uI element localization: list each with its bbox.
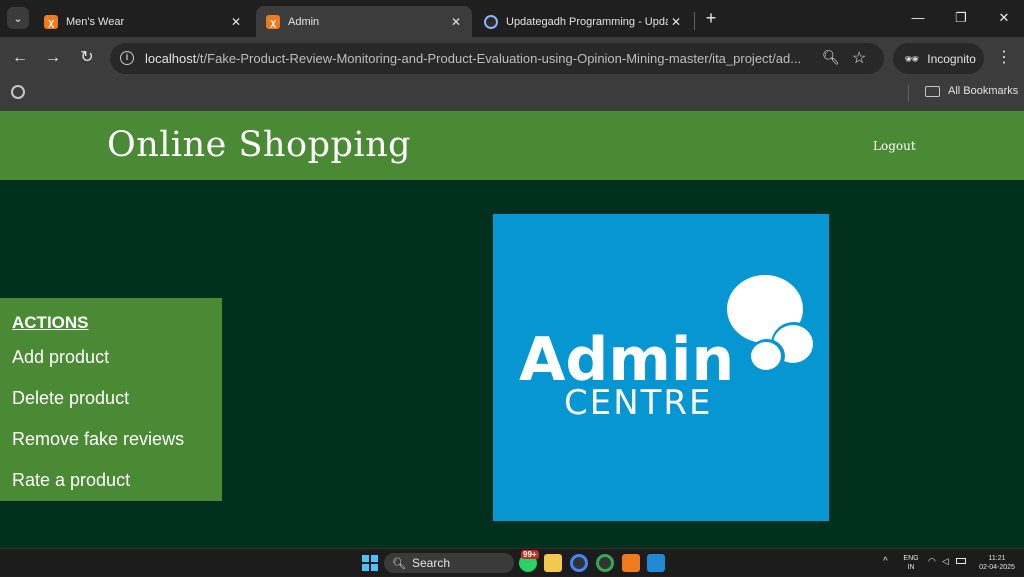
- taskbar-search[interactable]: 🔍︎ Search: [384, 553, 514, 573]
- admin-centre-logo-graphic: Admin CENTRE: [493, 214, 829, 521]
- tab-mens-wear[interactable]: ꭓ Men's Wear ✕: [34, 6, 252, 37]
- restore-icon: ❐: [955, 10, 967, 25]
- language-indicator[interactable]: ENG IN: [901, 554, 921, 572]
- close-icon: ✕: [998, 10, 1010, 25]
- chevron-up-icon[interactable]: ^: [883, 557, 888, 567]
- actions-heading: ACTIONS: [12, 313, 89, 332]
- chrome-profile-icon[interactable]: [596, 554, 614, 572]
- taskbar-search-label: Search: [411, 556, 450, 570]
- minimize-button[interactable]: —: [908, 8, 928, 28]
- battery-icon[interactable]: [956, 558, 966, 564]
- chrome-icon[interactable]: [570, 554, 588, 572]
- chevron-down-icon: ⌄: [13, 12, 23, 25]
- zoom-icon[interactable]: 🔍︎: [822, 49, 840, 66]
- incognito-button[interactable]: 🕶︎ Incognito: [893, 43, 984, 74]
- search-icon: 🔍︎: [392, 557, 406, 570]
- lang-line-2: IN: [907, 564, 915, 571]
- incognito-label: Incognito: [927, 51, 976, 66]
- logo-text-centre: CENTRE: [564, 383, 713, 423]
- address-bar[interactable]: i localhost/t/Fake-Product-Review-Monito…: [110, 43, 884, 74]
- clock-date: 02-04-2025: [979, 564, 1015, 571]
- clock-time: 11:21: [988, 555, 1006, 562]
- site-title: Online Shopping: [107, 125, 412, 165]
- tab-separator: [694, 12, 695, 30]
- windows-start-icon[interactable]: [361, 554, 379, 572]
- reload-button[interactable]: ↻: [77, 48, 97, 68]
- whatsapp-badge: 99+: [521, 550, 539, 559]
- tab-admin[interactable]: ꭓ Admin ✕: [256, 6, 472, 37]
- file-explorer-icon[interactable]: [544, 554, 562, 572]
- clock[interactable]: 11:21 02-04-2025: [975, 554, 1019, 572]
- tab-title: Men's Wear: [66, 15, 125, 28]
- tab-search-button[interactable]: ⌄: [7, 7, 29, 29]
- site-header: Online Shopping Logout: [0, 111, 1024, 180]
- volume-icon[interactable]: ◁: [942, 557, 949, 566]
- url-path: /t/Fake-Product-Review-Monitoring-and-Pr…: [196, 51, 802, 66]
- incognito-icon: 🕶︎: [904, 51, 920, 66]
- xampp-icon[interactable]: [622, 554, 640, 572]
- close-icon[interactable]: ✕: [448, 15, 464, 29]
- globe-icon[interactable]: [11, 85, 25, 99]
- close-icon[interactable]: ✕: [228, 15, 244, 29]
- vscode-icon[interactable]: [647, 554, 665, 572]
- bookmarks-divider: [908, 85, 909, 101]
- tab-title: Updategadh Programming - Upda: [506, 15, 668, 28]
- back-button[interactable]: ←: [10, 48, 30, 68]
- all-bookmarks-button[interactable]: All Bookmarks: [925, 85, 1018, 97]
- remove-fake-reviews-link[interactable]: Remove fake reviews: [12, 429, 184, 450]
- close-icon[interactable]: ✕: [668, 15, 684, 29]
- close-window-button[interactable]: ✕: [994, 8, 1014, 28]
- tab-strip: ⌄ ꭓ Men's Wear ✕ ꭓ Admin ✕ Updategadh Pr…: [0, 0, 1024, 37]
- actions-panel: ACTIONS Add product Delete product Remov…: [0, 298, 222, 501]
- forward-button[interactable]: →: [43, 48, 63, 68]
- page-content: Online Shopping Logout ACTIONS Add produ…: [0, 111, 1024, 548]
- wifi-icon[interactable]: ◠: [928, 557, 936, 566]
- plus-icon: +: [705, 8, 717, 28]
- kebab-menu-icon[interactable]: ⋮: [996, 47, 1012, 67]
- tab-title: Admin: [288, 15, 320, 28]
- arrow-left-icon: ←: [12, 49, 28, 66]
- rate-product-link[interactable]: Rate a product: [12, 470, 130, 491]
- xampp-icon: ꭓ: [266, 14, 280, 29]
- lang-line-1: ENG: [903, 555, 919, 562]
- browser-toolbar: ← → ↻ i localhost/t/Fake-Product-Review-…: [0, 37, 1024, 79]
- star-icon[interactable]: ☆: [852, 48, 866, 68]
- info-icon[interactable]: i: [120, 51, 134, 65]
- xampp-icon: ꭓ: [44, 14, 58, 29]
- logout-link[interactable]: Logout: [873, 139, 916, 153]
- folder-icon: [925, 85, 940, 97]
- tab-updategadh[interactable]: Updategadh Programming - Upda ✕: [474, 6, 692, 37]
- bookmarks-bar: All Bookmarks: [0, 79, 1024, 111]
- reload-icon: ↻: [80, 49, 94, 66]
- all-bookmarks-label: All Bookmarks: [948, 85, 1019, 97]
- admin-centre-logo: Admin CENTRE: [493, 214, 829, 521]
- url-text[interactable]: localhost/t/Fake-Product-Review-Monitori…: [145, 51, 815, 66]
- delete-product-link[interactable]: Delete product: [12, 388, 129, 409]
- minimize-icon: —: [911, 10, 925, 25]
- add-product-link[interactable]: Add product: [12, 347, 109, 368]
- arrow-right-icon: →: [45, 49, 61, 66]
- windows-taskbar: 🔍︎ Search 99+ ^ ENG IN ◠ ◁ 11:21 02-04-2…: [0, 548, 1024, 576]
- new-tab-button[interactable]: +: [702, 9, 720, 27]
- url-host: localhost: [145, 51, 197, 66]
- updategadh-icon: [484, 14, 498, 29]
- restore-button[interactable]: ❐: [951, 8, 971, 28]
